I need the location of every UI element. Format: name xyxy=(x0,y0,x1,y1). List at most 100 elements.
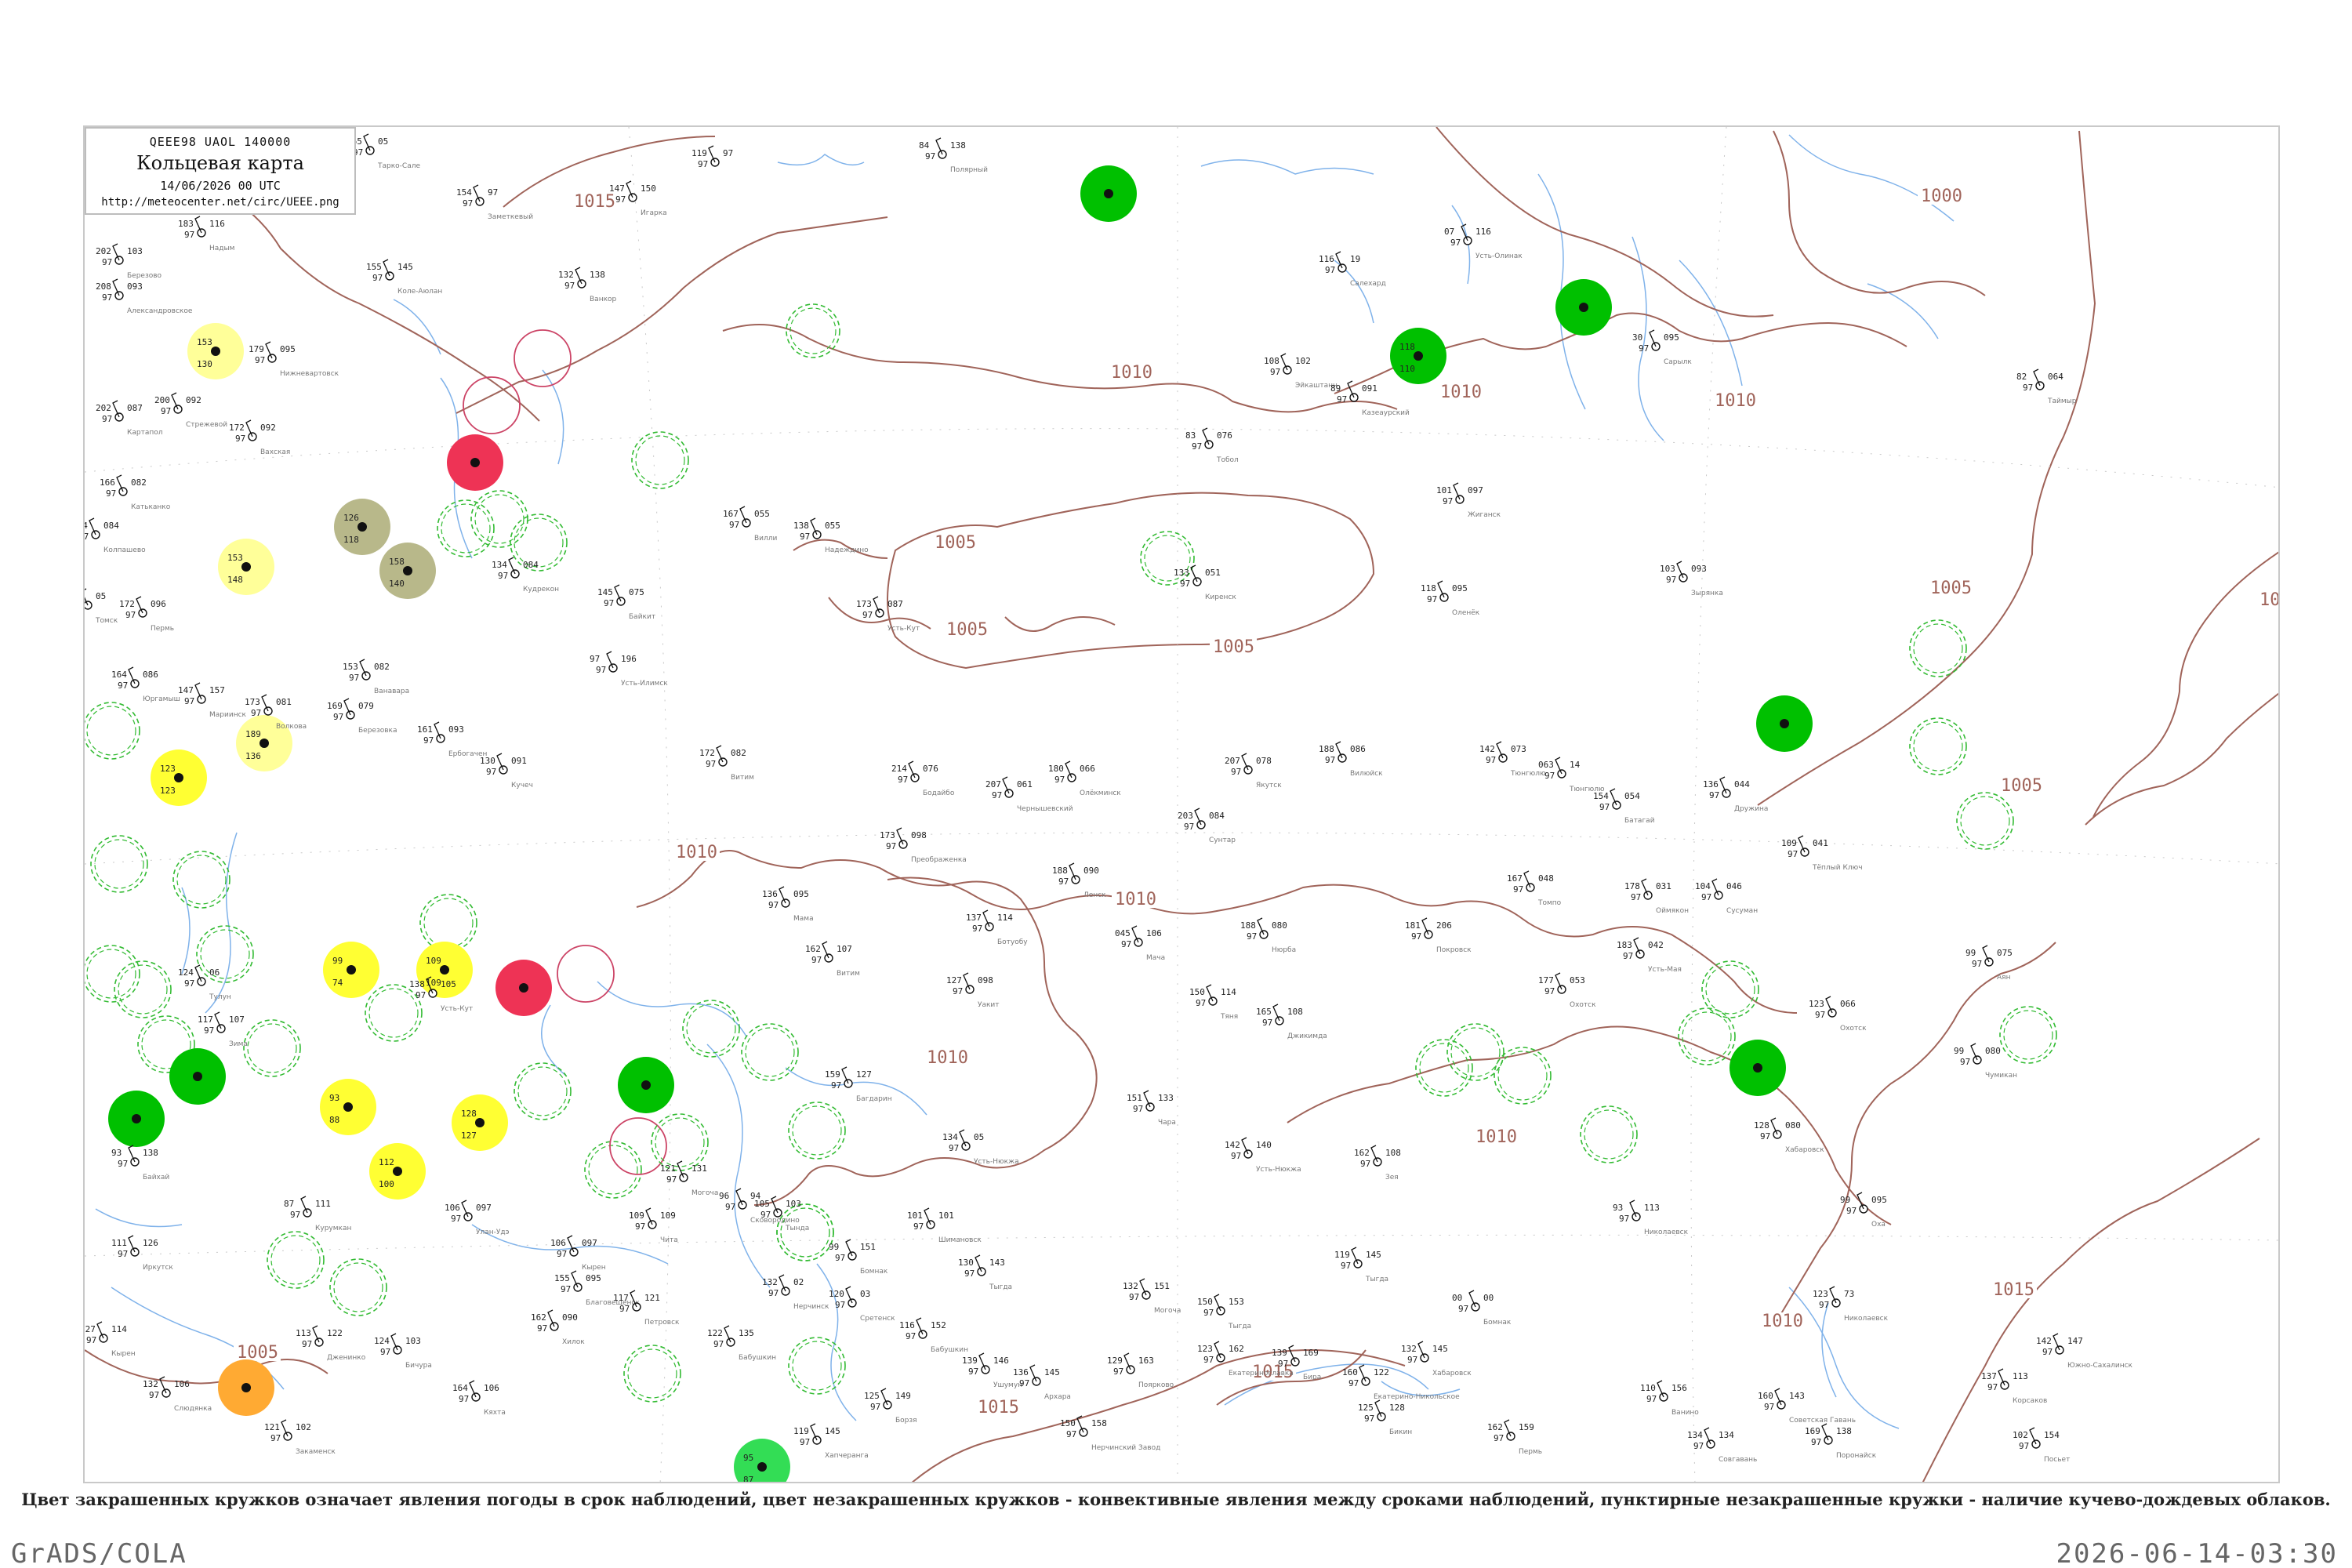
station-plot[interactable]: 214 076 97 Бодайбо xyxy=(891,760,955,797)
station-plot[interactable]: 93 138 97 Байхай xyxy=(111,1145,169,1181)
cb-ring[interactable] xyxy=(510,514,568,572)
station-plot[interactable]: 120 03 97 Сретенск xyxy=(829,1286,895,1323)
synoptic-map[interactable]: 1015 1010 1010 1010 1000 1005 1005 1005 1005 1005… xyxy=(85,127,2280,1483)
station-plot[interactable]: 137 114 97 Ботуобу xyxy=(966,909,1028,946)
station-plot[interactable]: 116 152 97 Бабушкин xyxy=(899,1317,968,1354)
map-frame[interactable]: 1015 1010 1010 1010 1000 1005 1005 1005 1005 1005… xyxy=(83,125,2280,1483)
station-plot[interactable]: 116 19 97 Салехард xyxy=(1319,251,1386,288)
weather-circle-paleyellow[interactable]: 153 148 xyxy=(218,539,274,595)
station-plot[interactable]: 121 102 97 Закаменск xyxy=(264,1419,336,1456)
cb-ring[interactable] xyxy=(85,702,140,760)
station-plot[interactable]: 183 116 97 Надым xyxy=(178,216,234,252)
station-plot[interactable]: 207 078 97 Якутск xyxy=(1225,753,1282,789)
weather-circle-yellow[interactable]: 99 74 xyxy=(323,942,379,998)
cb-ring[interactable] xyxy=(1580,1105,1638,1163)
cb-ring[interactable] xyxy=(788,1337,846,1395)
station-plot[interactable]: 202 103 97 Березово xyxy=(96,243,162,280)
station-plot[interactable]: 178 031 97 Оймякон xyxy=(1624,878,1689,915)
station-plot[interactable]: 162 108 97 Зея xyxy=(1354,1145,1401,1181)
station-plot[interactable]: 167 048 97 Томпо xyxy=(1507,870,1562,907)
weather-circle-green[interactable] xyxy=(169,1048,226,1105)
weather-circle-green[interactable] xyxy=(1555,279,1612,336)
cb-ring[interactable] xyxy=(1446,1023,1504,1081)
station-plot[interactable]: 132 145 97 Хабаровск xyxy=(1401,1341,1472,1377)
station-plot[interactable]: 119 145 97 Хапчеранга xyxy=(793,1423,869,1460)
station-plot[interactable]: 154 054 97 Батагай xyxy=(1593,788,1655,825)
station-plot[interactable]: 122 135 97 Бабушкин xyxy=(707,1325,776,1362)
station-plot[interactable]: 188 090 97 Ленск xyxy=(1052,862,1106,899)
station-plot[interactable]: 147 157 97 Мариинск xyxy=(178,682,247,719)
station-plot[interactable]: 113 122 97 Дженинко xyxy=(296,1325,366,1362)
cb-ring[interactable] xyxy=(776,1203,834,1261)
station-plot[interactable]: 128 080 97 Хабаровск xyxy=(1754,1117,1824,1154)
cb-ring[interactable] xyxy=(196,925,254,983)
station-plot[interactable]: 102 154 97 Посьет xyxy=(2013,1427,2070,1464)
station-plot[interactable]: 127 098 97 Уакит xyxy=(946,972,1000,1009)
station-plot[interactable]: 183 042 97 Усть-Мая xyxy=(1617,937,1682,974)
station-plot[interactable]: 132 138 97 Ванкор xyxy=(558,267,617,303)
cb-ring[interactable] xyxy=(631,431,689,489)
station-plot[interactable]: 125 149 97 Борзя xyxy=(864,1388,917,1425)
station-plot[interactable]: 177 053 97 Охотск xyxy=(1538,972,1596,1009)
cb-ring[interactable] xyxy=(172,851,230,909)
weather-circle-red[interactable] xyxy=(447,434,503,491)
station-plot[interactable]: 179 095 97 Нижневартовск xyxy=(249,341,339,378)
station-plot[interactable]: 30 095 97 Сарылк xyxy=(1632,329,1692,366)
station-plot[interactable]: 203 084 97 Сунтар xyxy=(1178,808,1236,844)
station-plot[interactable]: 167 055 97 Вилли xyxy=(723,506,778,543)
station-plot[interactable]: 153 082 97 Ванавара xyxy=(343,659,409,695)
station-plot[interactable]: 172 096 97 Пермь xyxy=(119,596,174,633)
station-plot[interactable]: 99 095 97 Оха xyxy=(1840,1192,1887,1229)
cb-ring[interactable] xyxy=(1415,1039,1473,1097)
cb-ring[interactable] xyxy=(1909,717,1967,775)
station-plot[interactable]: 118 095 97 Оленёк xyxy=(1421,580,1480,617)
cb-ring[interactable] xyxy=(1494,1047,1552,1105)
station-plot[interactable]: 89 091 97 Казеаурский xyxy=(1330,380,1410,417)
station-plot[interactable]: 181 206 97 Покровск xyxy=(1405,917,1472,954)
station-plot[interactable]: 169 138 97 Поронайск xyxy=(1805,1423,1877,1460)
station-plot[interactable]: 145 075 97 Байкит xyxy=(597,584,655,621)
station-plot[interactable]: 106 097 97 Улан-Удэ xyxy=(445,1200,510,1236)
station-plot[interactable]: 151 133 97 Чара xyxy=(1127,1090,1176,1127)
station-plot[interactable]: 109 10997Чита xyxy=(629,1207,678,1244)
station-plot[interactable]: 202 087 97 Картапол xyxy=(96,400,163,437)
weather-circle-brightgreen[interactable]: 95 87 xyxy=(734,1439,790,1483)
station-plot[interactable]: 104 046 97 Сусуман xyxy=(1695,878,1758,915)
cb-ring[interactable] xyxy=(584,1141,642,1199)
map-url[interactable]: http://meteocenter.net/circ/UEEE.png xyxy=(86,196,354,209)
station-plot[interactable]: 83 076 97 Тобол xyxy=(1185,427,1239,464)
cb-ring[interactable] xyxy=(114,960,172,1018)
station-plot[interactable]: 142 147 97 Южно-Сахалинск xyxy=(2036,1333,2133,1370)
station-plot[interactable]: 132 151 97 Могоча xyxy=(1123,1278,1181,1315)
station-plot[interactable]: 164 086 97 Юргамыш xyxy=(111,666,180,703)
weather-circle-green[interactable] xyxy=(1730,1040,1786,1096)
station-plot[interactable]: 132 02 97 Нерчинск xyxy=(762,1274,829,1311)
station-plot[interactable]: 200 092 97 Стрежевой xyxy=(154,392,227,429)
cb-ring[interactable] xyxy=(741,1023,799,1081)
station-plot[interactable]: 129 163 97 Поярково xyxy=(1107,1352,1174,1389)
weather-circle-olive[interactable]: 158 140 xyxy=(379,543,436,599)
station-plot[interactable]: 99 151 97 Бомнак xyxy=(829,1239,888,1276)
station-plot[interactable]: 188 086 97 Вилюйск xyxy=(1319,741,1383,778)
station-plot[interactable]: 162 107 97 Витим xyxy=(805,941,860,978)
cb-ring[interactable] xyxy=(514,329,572,387)
station-plot[interactable]: 169 079 97 Березовка xyxy=(327,698,397,735)
cb-ring[interactable] xyxy=(557,945,615,1003)
station-plot[interactable]: 119 9797 xyxy=(691,145,733,169)
station-plot[interactable]: 150 158 97 Нерчинский Завод xyxy=(1060,1415,1160,1452)
station-plot[interactable]: 136 044 97 Дружина xyxy=(1703,776,1768,813)
station-plot[interactable]: 108 10297Эйкаштанн xyxy=(1264,353,1338,390)
station-plot[interactable]: 119 145 97 Тыгда xyxy=(1334,1247,1388,1283)
cb-ring[interactable] xyxy=(470,490,528,548)
weather-circle-red[interactable] xyxy=(495,960,552,1016)
station-plot[interactable]: 101 097 97 Жиганск xyxy=(1436,482,1501,519)
weather-circle-green[interactable] xyxy=(108,1091,165,1147)
weather-circle-green[interactable]: 118 110 xyxy=(1390,328,1446,384)
station-plot[interactable]: 063 1497Тюнгюлю xyxy=(1538,757,1605,793)
station-plot[interactable]: 164 106 97 Кяхта xyxy=(452,1380,506,1417)
station-plot[interactable]: 110 156 97 Ванино xyxy=(1640,1380,1699,1417)
station-plot[interactable]: 124 06 97 Тулун xyxy=(178,964,231,1001)
station-plot[interactable]: 127 114 97 Кырен xyxy=(85,1321,136,1358)
station-plot[interactable]: 87 111 97 Курумкан xyxy=(284,1196,351,1232)
station-plot[interactable]: 82 064 97 Таймыр xyxy=(2016,368,2077,405)
